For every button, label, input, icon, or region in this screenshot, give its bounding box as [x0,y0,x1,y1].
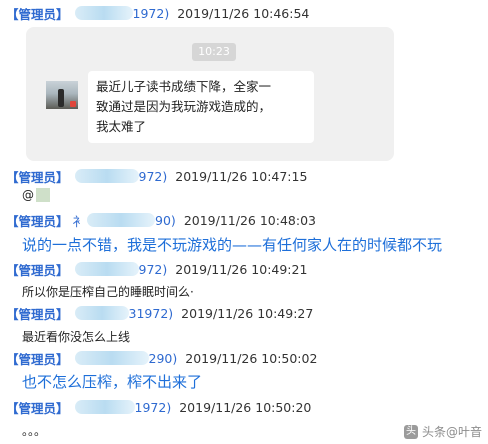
redacted-name [74,169,139,183]
message-timestamp: 2019/11/26 10:46:54 [177,5,310,21]
sender-id[interactable]: 290) [149,351,178,366]
redacted-name [74,306,129,320]
redacted-name [74,400,135,414]
sender-id[interactable]: 90) [155,213,176,228]
message-text: 说的一点不错，我是不玩游戏的——有任何家人在的时候都不玩 [22,236,443,254]
message-timestamp: 2019/11/26 10:49:21 [175,261,308,277]
redacted-mention-name [36,188,50,202]
message-header: 【管理员】 972) 2019/11/26 10:49:21 [6,260,307,278]
role-badge: 【管理员】 [6,169,69,185]
avatar[interactable] [46,81,78,109]
sender-id[interactable]: 1972) [135,400,172,415]
redacted-name [87,213,156,227]
quoted-line: 我太难了 [96,119,147,134]
redacted-name [74,262,139,276]
toutiao-logo-icon: 头 [403,424,418,439]
mention[interactable]: @ [22,188,50,202]
message-timestamp: 2019/11/26 10:50:02 [185,350,318,366]
quoted-line: 最近儿子读书成绩下降，全家一 [96,79,272,94]
message-timestamp: 2019/11/26 10:50:20 [179,399,312,415]
quoted-message-bubble: 最近儿子读书成绩下降，全家一 致通过是因为我玩游戏造成的， 我太难了 [88,71,314,143]
message-header: 【管理员】 1972) 2019/11/26 10:50:20 [6,398,311,416]
redacted-name [74,6,133,20]
sender-id[interactable]: 1972) [133,6,170,21]
message-header: 【管理员】 1972) 2019/11/26 10:46:54 [6,4,309,22]
message-timestamp: 2019/11/26 10:48:03 [183,212,316,228]
message-text: 最近看你没怎么上线 [22,330,131,344]
message-timestamp: 2019/11/26 10:47:15 [175,168,308,184]
message-header: 【管理员】 972) 2019/11/26 10:47:15 [6,167,307,185]
quoted-time: 10:23 [192,43,236,61]
role-badge: 【管理员】 [6,400,69,416]
message-header: 【管理员】 衤 90) 2019/11/26 10:48:03 [6,211,316,229]
mention-symbol: @ [22,188,34,202]
sender-id[interactable]: 972) [139,169,168,184]
role-badge: 【管理员】 [6,351,69,367]
watermark: 头 头条@叶音 [403,423,482,440]
role-badge: 【管理员】 [6,306,69,322]
sender-id[interactable]: 31972) [129,306,174,321]
message-text: 所以你是压榨自己的睡眠时间么· [22,285,194,299]
role-badge: 【管理员】 [6,262,69,278]
quoted-line: 致通过是因为我玩游戏造成的， [96,99,272,114]
sender-id[interactable]: 972) [139,262,168,277]
message-text: 也不怎么压榨，榨不出来了 [22,373,203,391]
role-badge: 【管理员】 [6,213,69,229]
message-timestamp: 2019/11/26 10:49:27 [181,305,314,321]
role-badge: 【管理员】 [6,6,69,22]
quoted-reply-card[interactable]: 10:23 最近儿子读书成绩下降，全家一 致通过是因为我玩游戏造成的， 我太难了 [26,27,394,161]
message-text: 。。。 [22,424,47,438]
sender-prefix: 衤 [72,213,86,229]
redacted-name [74,351,149,365]
watermark-text: 头条@叶音 [421,425,482,439]
message-header: 【管理员】 31972) 2019/11/26 10:49:27 [6,304,313,322]
message-header: 【管理员】 290) 2019/11/26 10:50:02 [6,349,317,367]
